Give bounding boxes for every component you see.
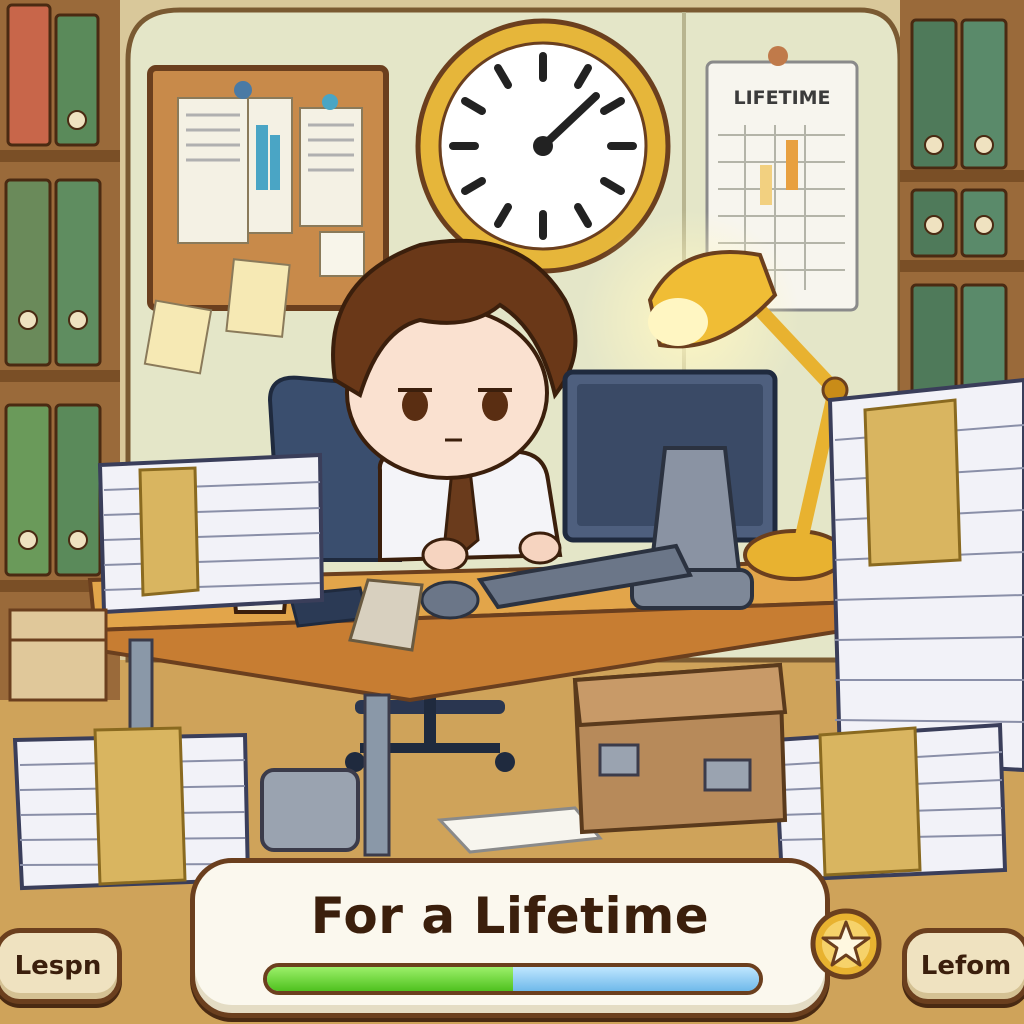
star-icon [810, 908, 882, 980]
right-button-label: Lefom [920, 951, 1012, 981]
game-screen: LIFETIME For a Lifetime Lespn Lefom [0, 0, 1024, 1024]
title-panel: For a Lifetime [190, 858, 830, 1018]
right-button[interactable]: Lefom [902, 928, 1024, 1004]
paper-stack-desk-left [97, 452, 325, 615]
storage-box [572, 662, 788, 835]
left-button-label: Lespn [14, 951, 102, 981]
small-box-left [8, 608, 108, 702]
paper-stack-right-tall [827, 377, 1024, 773]
progress-bar [263, 963, 763, 995]
paper-stack-floor-right [772, 722, 1008, 883]
progress-fill-blue [513, 967, 759, 991]
progress-fill-green [267, 967, 513, 991]
trash-bin [260, 768, 360, 852]
star-button[interactable] [808, 906, 884, 982]
game-title: For a Lifetime [310, 887, 710, 945]
wall-chart-label: LIFETIME [733, 87, 830, 109]
left-button[interactable]: Lespn [0, 928, 122, 1004]
